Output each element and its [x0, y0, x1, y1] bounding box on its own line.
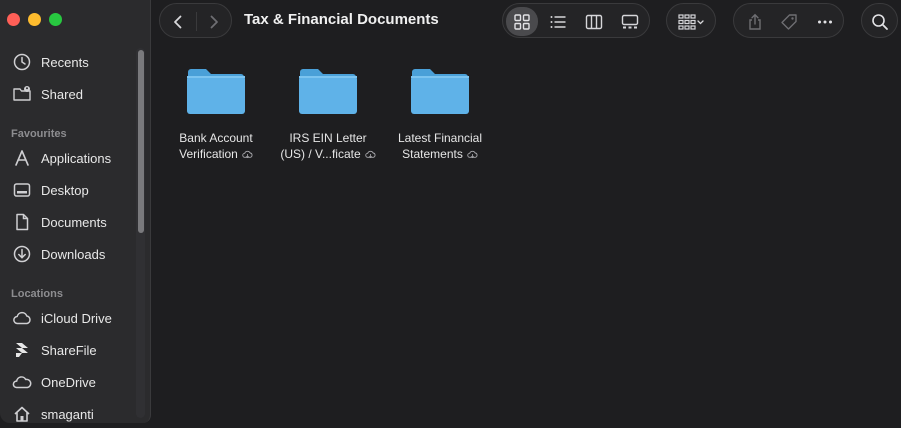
- list-view-button[interactable]: [542, 7, 574, 36]
- sidebar-item-label: smaganti: [41, 406, 94, 422]
- sidebar-item-label: Desktop: [41, 182, 89, 198]
- sidebar-item-sharefile[interactable]: ShareFile: [11, 338, 97, 362]
- desktop-icon: [11, 179, 33, 201]
- folder-name: IRS EIN Letter (US) / V...ficate: [272, 130, 384, 162]
- folder-icon: [187, 69, 245, 114]
- list-icon: [550, 15, 566, 28]
- more-actions-button[interactable]: [810, 4, 840, 39]
- folder-name: Bank Account Verification: [179, 131, 253, 161]
- sidebar-item-label: OneDrive: [41, 374, 96, 390]
- applications-icon: [11, 147, 33, 169]
- sidebar-item-onedrive[interactable]: OneDrive: [11, 370, 96, 394]
- cloud-download-icon: [242, 151, 253, 159]
- chevron-left-icon: [174, 15, 182, 28]
- home-icon: [11, 403, 33, 425]
- sidebar-item-home[interactable]: smaganti: [11, 402, 94, 426]
- forward-button[interactable]: [196, 4, 232, 39]
- download-icon: [11, 243, 33, 265]
- tag-icon: [781, 13, 797, 30]
- sidebar-item-label: Applications: [41, 150, 112, 166]
- group-grid-icon: [678, 13, 704, 30]
- window-title: Tax & Financial Documents: [244, 11, 439, 28]
- sidebar-item-downloads[interactable]: Downloads: [11, 242, 105, 266]
- columns-icon: [585, 14, 603, 29]
- grid-icon: [514, 13, 530, 30]
- document-icon: [11, 211, 33, 233]
- folder-icon: [411, 69, 469, 114]
- cloud-download-icon: [364, 151, 376, 159]
- sidebar-item-label: Documents: [41, 214, 107, 230]
- search-icon: [872, 13, 888, 30]
- sidebar-item-label: Shared: [41, 86, 83, 102]
- sidebar-item-label: Recents: [41, 54, 89, 70]
- navigation-group: [159, 3, 232, 38]
- window-controls: [7, 13, 62, 26]
- share-icon: [749, 13, 761, 30]
- clock-icon: [11, 51, 33, 73]
- onedrive-icon: [11, 371, 33, 393]
- group-by-control[interactable]: [675, 4, 707, 39]
- icloud-icon: [11, 307, 33, 329]
- sidebar-item-label: ShareFile: [41, 342, 97, 358]
- column-view-button[interactable]: [578, 7, 610, 36]
- shared-folder-icon: [11, 83, 33, 105]
- minimize-window-button[interactable]: [28, 13, 41, 26]
- ellipsis-icon: [818, 20, 832, 23]
- sidebar-item-applications[interactable]: Applications: [11, 146, 111, 170]
- maximize-window-button[interactable]: [49, 13, 62, 26]
- sidebar-item-label: iCloud Drive: [41, 310, 112, 326]
- sidebar-item-recents[interactable]: Recents: [11, 50, 89, 74]
- tags-button[interactable]: [774, 4, 804, 39]
- search-button[interactable]: [861, 3, 898, 38]
- folder-item[interactable]: IRS EIN Letter (US) / V...ficate: [272, 64, 384, 162]
- sidebar-item-documents[interactable]: Documents: [11, 210, 107, 234]
- folder-name: Latest Financial Statements: [397, 131, 483, 161]
- sidebar-item-icloud-drive[interactable]: iCloud Drive: [11, 306, 112, 330]
- folder-icon: [299, 69, 357, 114]
- sidebar-item-label: Downloads: [41, 246, 106, 262]
- close-window-button[interactable]: [7, 13, 20, 26]
- file-browser-content: Bank Account Verification IRS EIN Letter…: [152, 42, 901, 428]
- chevron-right-icon: [210, 15, 218, 28]
- icon-view-button[interactable]: [506, 7, 538, 36]
- group-by-button[interactable]: [666, 3, 716, 38]
- folder-item[interactable]: Bank Account Verification: [160, 64, 272, 162]
- sidebar-item-desktop[interactable]: Desktop: [11, 178, 89, 202]
- sidebar-heading-locations: Locations: [11, 288, 63, 300]
- sidebar-heading-favourites: Favourites: [11, 128, 67, 140]
- sidebar-item-shared[interactable]: Shared: [11, 82, 83, 106]
- sidebar-scrollbar-thumb[interactable]: [138, 50, 144, 233]
- cloud-download-icon: [467, 151, 478, 159]
- finder-window: Recents Shared Favourites Applications D…: [0, 0, 901, 428]
- actions-group: [733, 3, 844, 38]
- sidebar: Recents Shared Favourites Applications D…: [0, 0, 151, 423]
- gallery-view-button[interactable]: [614, 7, 646, 36]
- search-control[interactable]: [868, 4, 892, 39]
- back-button[interactable]: [160, 4, 196, 39]
- share-button[interactable]: [740, 4, 770, 39]
- folder-item[interactable]: Latest Financial Statements: [384, 64, 496, 162]
- sharefile-icon: [11, 339, 33, 361]
- gallery-icon: [621, 14, 639, 28]
- view-mode-group: [502, 3, 650, 38]
